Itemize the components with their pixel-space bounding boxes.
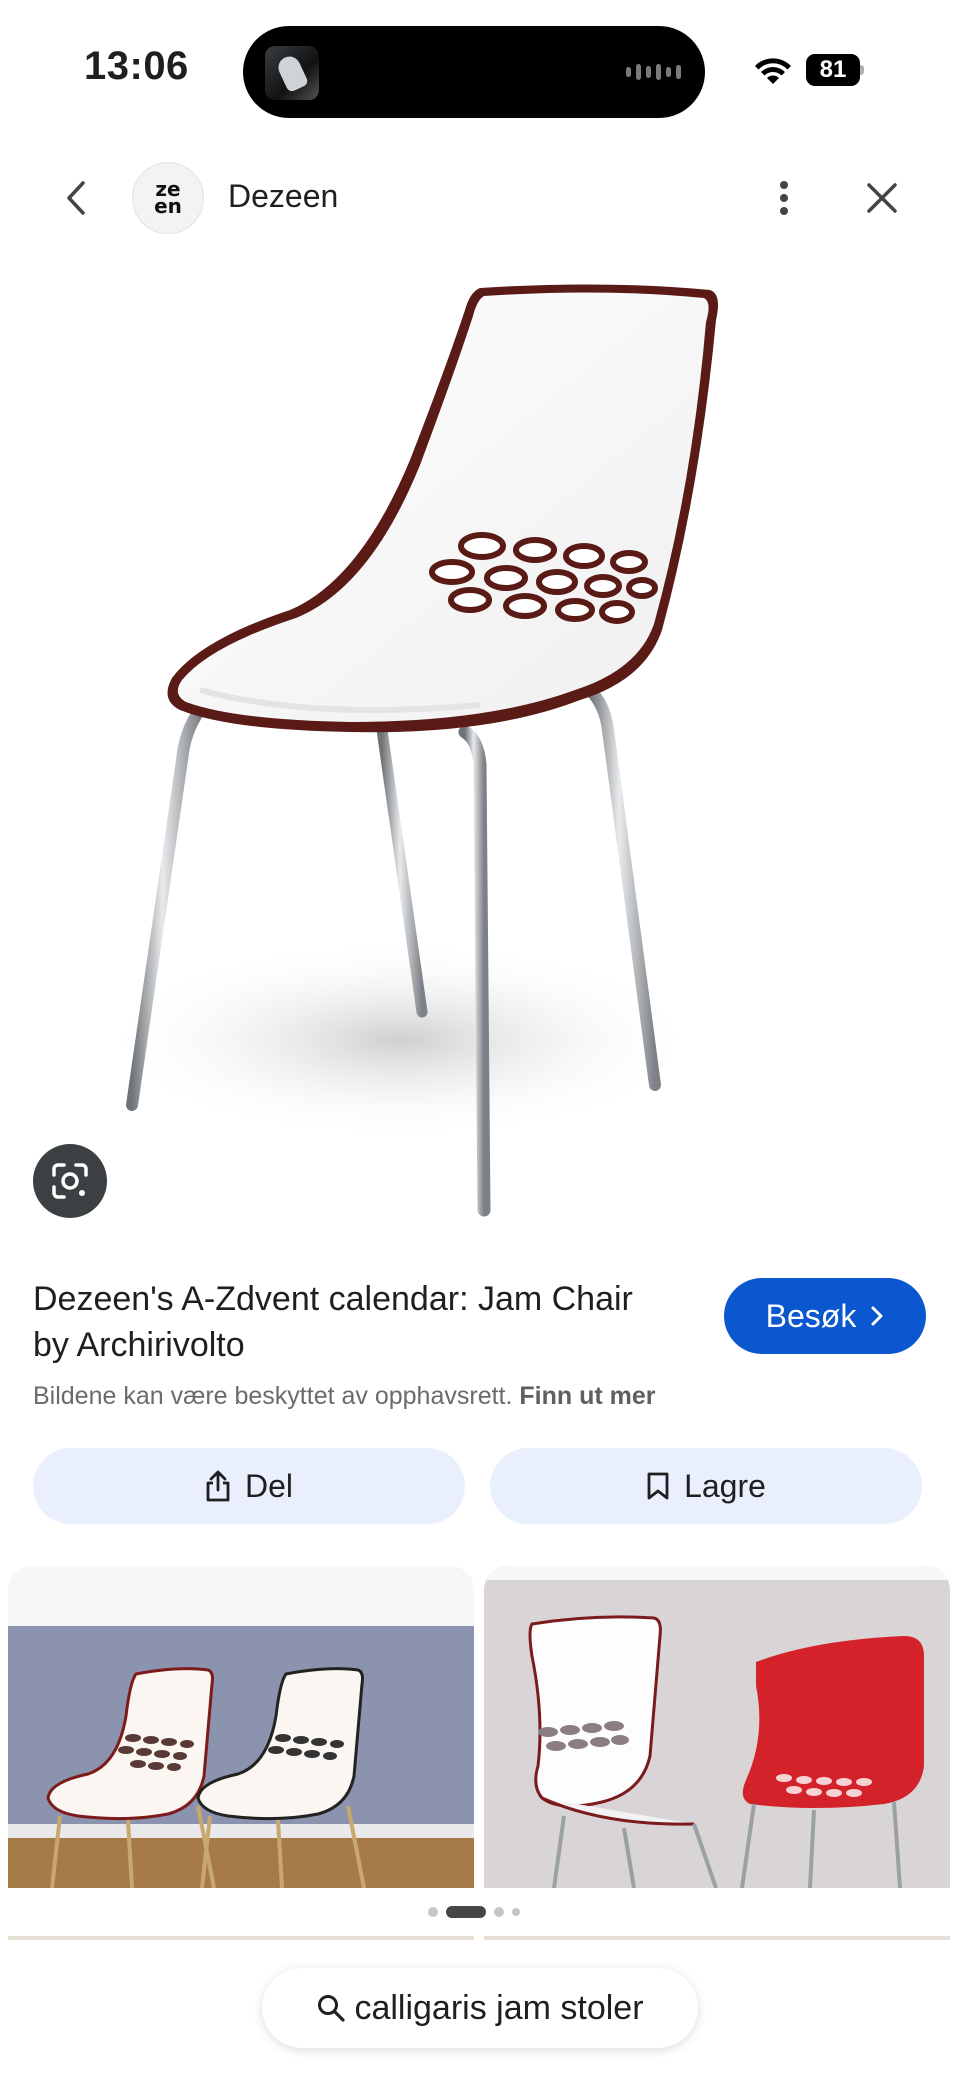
main-chair-image[interactable] bbox=[60, 260, 760, 1230]
status-bar: 13:06 81 bbox=[0, 0, 960, 140]
related-image-two-white-chairs bbox=[8, 1566, 474, 1888]
google-lens-button[interactable] bbox=[33, 1144, 107, 1218]
pager-dot[interactable] bbox=[494, 1907, 504, 1917]
related-image-card[interactable] bbox=[484, 1566, 950, 1888]
battery-tip bbox=[860, 65, 864, 75]
save-button-label: Lagre bbox=[684, 1467, 766, 1504]
chevron-left-icon bbox=[67, 181, 85, 215]
pager-dot[interactable] bbox=[428, 1907, 438, 1917]
close-button[interactable] bbox=[858, 174, 906, 222]
more-vert-icon bbox=[780, 181, 788, 215]
battery-level: 81 bbox=[806, 54, 860, 86]
share-button[interactable]: Del bbox=[33, 1448, 465, 1524]
related-card-next-row bbox=[484, 1936, 950, 1940]
bookmark-icon bbox=[647, 1472, 669, 1500]
related-pager bbox=[428, 1906, 520, 1918]
source-avatar[interactable]: ze en bbox=[132, 162, 204, 234]
share-button-label: Del bbox=[244, 1467, 293, 1504]
related-image-white-and-red-chairs bbox=[484, 1566, 950, 1888]
search-icon bbox=[318, 1995, 346, 2022]
avatar-logo: ze en bbox=[154, 179, 182, 218]
image-viewer-screen: 13:06 81 ze en Dezeen Dezeen's A-Zdvent … bbox=[0, 0, 960, 2081]
visit-button-label: Besøk bbox=[765, 1297, 857, 1334]
related-image-card[interactable] bbox=[8, 1566, 474, 1888]
save-button[interactable]: Lagre bbox=[490, 1448, 922, 1524]
more-options-button[interactable] bbox=[760, 174, 808, 222]
source-name[interactable]: Dezeen bbox=[228, 178, 338, 215]
now-playing-artwork bbox=[265, 46, 319, 100]
avatar-logo-line-2: en bbox=[154, 194, 182, 218]
copyright-notice: Bildene kan være beskyttet av opphavsret… bbox=[33, 1382, 656, 1411]
back-button[interactable] bbox=[52, 174, 100, 222]
visit-button[interactable]: Besøk bbox=[724, 1278, 926, 1354]
result-title[interactable]: Dezeen's A-Zdvent calendar: Jam Chair by… bbox=[33, 1276, 673, 1368]
status-time: 13:06 bbox=[84, 44, 189, 88]
related-card-next-row bbox=[8, 1936, 474, 1940]
wifi-icon bbox=[755, 58, 791, 84]
google-lens-icon bbox=[52, 1163, 88, 1199]
battery-indicator: 81 bbox=[806, 54, 864, 86]
audio-waveform-icon bbox=[626, 64, 681, 80]
pager-dot-active[interactable] bbox=[446, 1906, 486, 1918]
share-icon bbox=[206, 1470, 230, 1502]
related-search-chip[interactable]: calligaris jam stoler bbox=[262, 1968, 698, 2048]
close-icon bbox=[867, 183, 897, 213]
copyright-text: Bildene kan være beskyttet av opphavsret… bbox=[33, 1382, 513, 1410]
source-header: ze en Dezeen bbox=[0, 160, 960, 236]
chevron-right-icon bbox=[871, 1306, 883, 1326]
pager-dot[interactable] bbox=[512, 1908, 520, 1916]
search-chip-label: calligaris jam stoler bbox=[354, 1988, 644, 2027]
learn-more-link[interactable]: Finn ut mer bbox=[519, 1382, 655, 1410]
dynamic-island[interactable] bbox=[243, 26, 705, 118]
